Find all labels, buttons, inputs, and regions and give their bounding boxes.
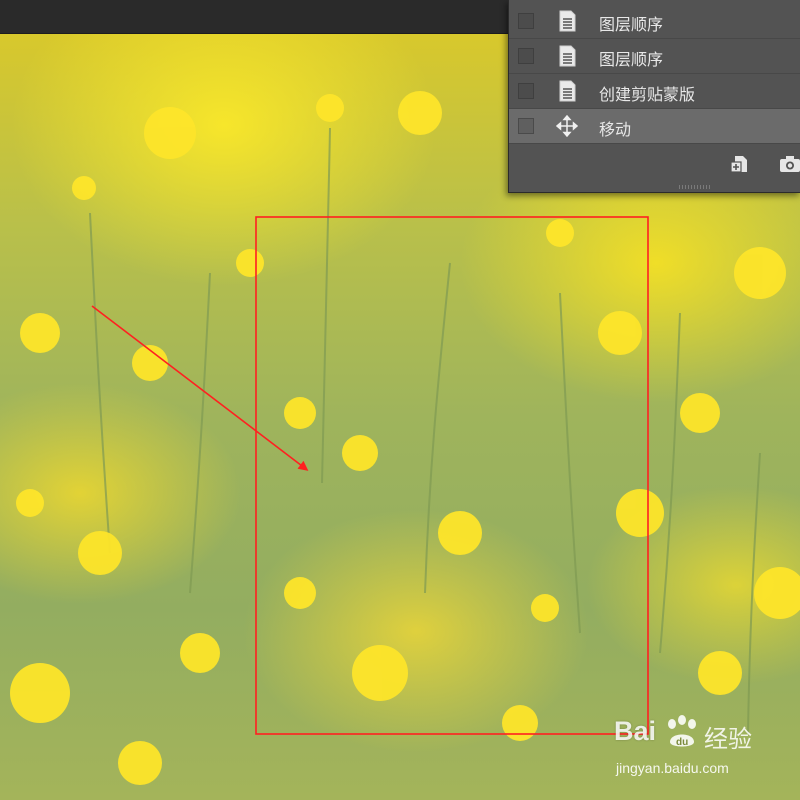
baidu-jingyan-watermark: Bai du 经验 jingyan.baidu.com bbox=[612, 715, 792, 786]
history-item[interactable]: 图层顺序 bbox=[509, 39, 800, 74]
history-panel: 图层顺序 图层顺序 创建剪贴蒙版 移动 bbox=[508, 0, 800, 193]
history-panel-footer bbox=[509, 145, 800, 182]
camera-snapshot-icon[interactable] bbox=[779, 153, 800, 175]
flower-clusters bbox=[10, 91, 800, 785]
history-item-active[interactable]: 移动 bbox=[509, 109, 800, 144]
history-item[interactable]: 创建剪贴蒙版 bbox=[509, 74, 800, 109]
paw-logo-icon: du bbox=[668, 715, 696, 748]
history-item[interactable]: 图层顺序 bbox=[509, 4, 800, 39]
document-icon bbox=[559, 80, 576, 102]
annotation-rectangle bbox=[255, 216, 649, 735]
annotation-arrow bbox=[91, 305, 309, 471]
history-item-label: 图层顺序 bbox=[599, 50, 664, 69]
history-item-label: 图层顺序 bbox=[599, 15, 664, 34]
history-item-checkbox[interactable] bbox=[518, 13, 534, 29]
watermark-brand-suffix: 经验 bbox=[704, 725, 752, 753]
history-item-checkbox[interactable] bbox=[518, 83, 534, 99]
history-item-checkbox[interactable] bbox=[518, 48, 534, 64]
panel-resize-grip[interactable] bbox=[679, 185, 711, 189]
watermark-url: jingyan.baidu.com bbox=[616, 760, 729, 776]
history-item-label: 创建剪贴蒙版 bbox=[599, 85, 696, 104]
history-item-checkbox[interactable] bbox=[518, 118, 534, 134]
new-document-from-state-icon[interactable] bbox=[729, 153, 751, 175]
document-icon bbox=[559, 45, 576, 67]
watermark-brand: Bai bbox=[614, 716, 657, 746]
document-icon bbox=[559, 10, 576, 32]
svg-text:du: du bbox=[676, 737, 688, 748]
history-item-label: 移动 bbox=[599, 120, 632, 139]
move-icon bbox=[556, 115, 578, 137]
